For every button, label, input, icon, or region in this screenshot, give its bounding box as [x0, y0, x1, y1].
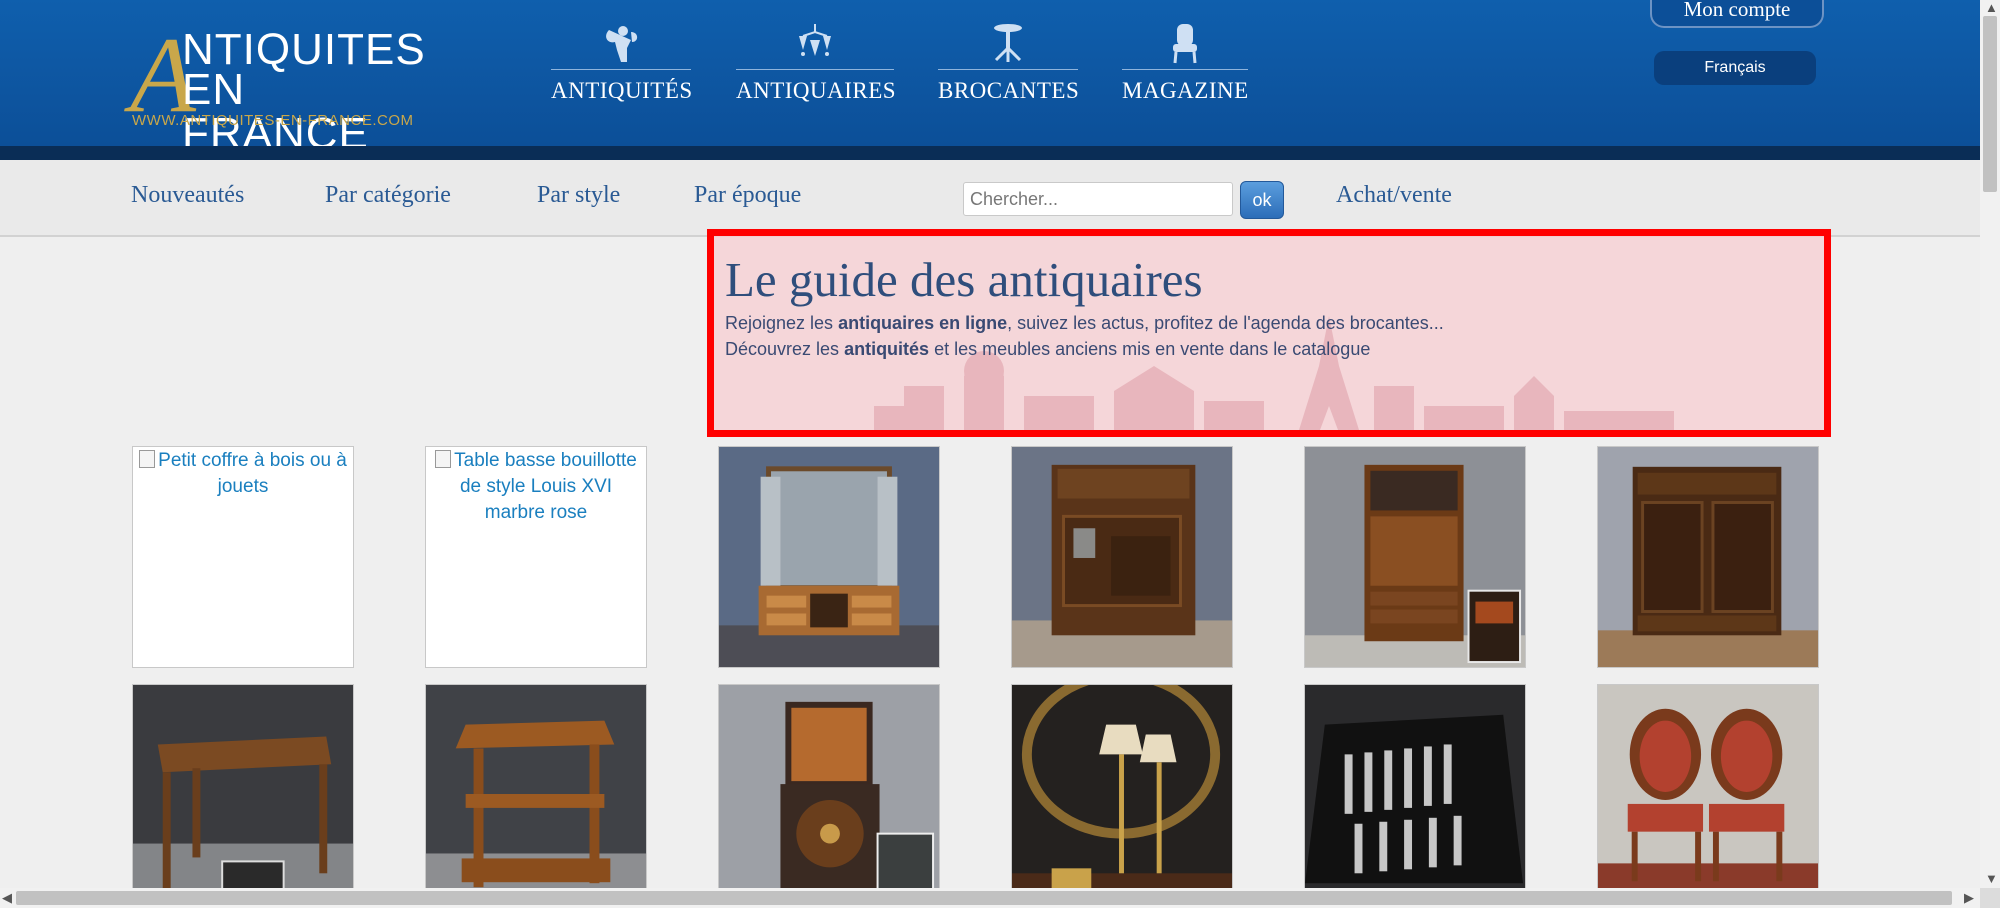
subnav-par-categorie[interactable]: Par catégorie	[325, 182, 451, 209]
hero-banner: Le guide des antiquaires Rejoignez les a…	[707, 229, 1831, 437]
product-tile[interactable]	[132, 684, 354, 906]
antiquaires-en-ligne-link[interactable]: antiquaires en ligne	[838, 313, 1007, 333]
product-tile[interactable]	[1011, 684, 1233, 906]
silverware-box-image	[1305, 685, 1525, 905]
mirror-vanity-image	[719, 447, 939, 667]
search-input[interactable]	[963, 182, 1233, 216]
product-tile[interactable]: Petit coffre à bois ou à jouets	[132, 446, 354, 668]
scroll-left-icon[interactable]: ◀	[2, 891, 12, 905]
nav-antiquites[interactable]: ANTIQUITÉS	[551, 22, 693, 112]
etagere-table-image	[426, 685, 646, 905]
product-alt-text: Table basse bouillotte de style Louis XV…	[427, 448, 645, 526]
nav-label: ANTIQUAIRES	[736, 78, 897, 103]
product-tile[interactable]	[1011, 446, 1233, 668]
logo-url: WWW.ANTIQUITES-EN-FRANCE.COM	[132, 112, 414, 129]
hero-line-1: Rejoignez les antiquaires en ligne, suiv…	[725, 313, 1444, 333]
product-tile[interactable]	[425, 684, 647, 906]
antiquites-link[interactable]: antiquités	[844, 339, 929, 359]
chandelier-icon	[799, 24, 831, 56]
site-header: A NTIQUITES EN FRANCE WWW.ANTIQUITES-EN-…	[0, 0, 1980, 156]
scroll-right-icon[interactable]: ▶	[1964, 891, 1974, 905]
nav-magazine[interactable]: MAGAZINE	[1122, 22, 1248, 112]
subnav-nouveautes[interactable]: Nouveautés	[131, 182, 244, 209]
carved-cabinet-image	[1598, 447, 1818, 667]
nav-label: BROCANTES	[938, 78, 1080, 103]
product-tile[interactable]	[718, 684, 940, 906]
product-tile[interactable]	[1304, 446, 1526, 668]
product-alt-text: Petit coffre à bois ou à jouets	[134, 448, 352, 500]
gramophone-case-image	[719, 685, 939, 905]
icebox-cabinet-image	[1012, 447, 1232, 667]
nav-label: ANTIQUITÉS	[551, 78, 693, 103]
side-table-image	[133, 685, 353, 905]
product-tile[interactable]	[1597, 446, 1819, 668]
cherub-icon	[606, 26, 638, 62]
subnav-par-epoque[interactable]: Par époque	[694, 182, 801, 209]
armchair-icon	[1173, 24, 1197, 64]
header-bottom-band	[0, 146, 1980, 160]
table-lamps-image	[1012, 685, 1232, 905]
scrollbar-corner	[1980, 888, 2000, 908]
search-button[interactable]: ok	[1240, 181, 1284, 219]
paris-skyline-image	[874, 316, 1674, 430]
scroll-down-icon[interactable]: ▼	[1985, 872, 1998, 886]
secretary-desk-image	[1305, 447, 1525, 667]
product-tile[interactable]	[1304, 684, 1526, 906]
pair-armchairs-image	[1598, 685, 1818, 905]
broken-image-icon	[435, 450, 452, 468]
site-logo[interactable]: A NTIQUITES EN FRANCE WWW.ANTIQUITES-EN-…	[130, 22, 440, 156]
subnav-achat-vente[interactable]: Achat/vente	[1336, 182, 1452, 209]
product-tile[interactable]	[1597, 684, 1819, 906]
product-tile[interactable]: Table basse bouillotte de style Louis XV…	[425, 446, 647, 668]
nav-antiquaires[interactable]: ANTIQUAIRES	[736, 22, 897, 112]
horizontal-scroll-thumb[interactable]	[16, 891, 1952, 905]
language-selector[interactable]: Français	[1654, 51, 1816, 85]
secondary-nav: Nouveautés Par catégorie Par style Par é…	[0, 160, 1980, 237]
account-button[interactable]: Mon compte	[1650, 0, 1824, 28]
vertical-scroll-thumb[interactable]	[1983, 16, 1997, 192]
broken-image-icon	[139, 450, 156, 468]
subnav-par-style[interactable]: Par style	[537, 182, 620, 209]
hero-line-2: Découvrez les antiquités et les meubles …	[725, 339, 1371, 359]
product-tile[interactable]	[718, 446, 940, 668]
hero-title: Le guide des antiquaires	[725, 252, 1203, 307]
scroll-up-icon[interactable]: ▲	[1985, 1, 1998, 15]
nav-brocantes[interactable]: BROCANTES	[938, 22, 1080, 112]
pedestal-table-icon	[994, 24, 1022, 62]
nav-label: MAGAZINE	[1122, 78, 1249, 103]
